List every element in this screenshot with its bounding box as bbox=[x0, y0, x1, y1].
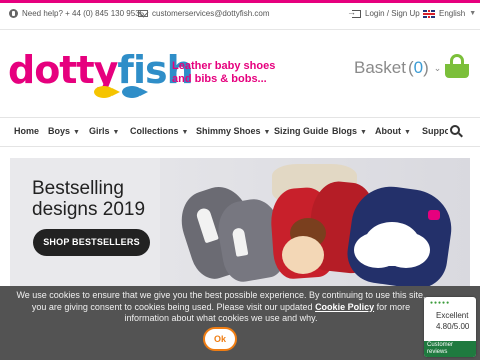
site-logo[interactable]: dottyfish bbox=[8, 40, 194, 102]
search-icon[interactable] bbox=[450, 125, 463, 138]
reviews-widget[interactable]: ●●●●● Excellent 4.80/5.00 Customer revie… bbox=[424, 297, 476, 357]
tagline: Leather baby shoes and bibs & bobs... bbox=[172, 60, 276, 85]
bow-motif bbox=[428, 210, 440, 220]
chevron-down-icon: ▼ bbox=[469, 10, 477, 17]
language-text: English bbox=[439, 9, 466, 18]
nav-item-shimmy-shoes[interactable]: Shimmy Shoes ▼ bbox=[196, 126, 270, 136]
cookie-banner: We use cookies to ensure that we give yo… bbox=[0, 286, 480, 360]
help-phone[interactable]: Need help? + 44 (0) 845 130 9535 bbox=[9, 9, 144, 18]
hero-title: Bestselling designs 2019 bbox=[32, 178, 146, 220]
shop-bestsellers-button[interactable]: SHOP BESTSELLERS bbox=[33, 229, 150, 256]
basket-button[interactable]: Basket (0) ⌄ bbox=[354, 58, 441, 78]
basket-count: 0 bbox=[413, 58, 424, 77]
nav-item-sizing-guide[interactable]: Sizing Guide bbox=[274, 126, 329, 136]
basket-icon[interactable] bbox=[443, 54, 471, 80]
top-bar: Need help? + 44 (0) 845 130 9535 custome… bbox=[0, 0, 480, 30]
chevron-down-icon: ▼ bbox=[263, 129, 271, 136]
chevron-down-icon: ▼ bbox=[360, 129, 367, 136]
reviews-footer: Customer reviews bbox=[424, 341, 476, 357]
cookie-message: We use cookies to ensure that we give yo… bbox=[16, 290, 426, 323]
hero-banner[interactable]: Bestselling designs 2019 SHOP BESTSELLER… bbox=[10, 158, 470, 286]
mail-icon bbox=[138, 10, 148, 17]
chevron-down-icon: ▼ bbox=[73, 129, 80, 136]
support-email[interactable]: customerservices@dottyfish.com bbox=[138, 9, 270, 18]
language-selector[interactable]: English ▼ bbox=[423, 9, 476, 18]
nav-item-home[interactable]: Home bbox=[14, 126, 39, 136]
nav-item-collections[interactable]: Collections ▼ bbox=[130, 126, 188, 136]
rating-label: Excellent bbox=[436, 311, 469, 320]
nav-item-boys[interactable]: Boys ▼ bbox=[48, 126, 80, 136]
basket-label: Basket bbox=[354, 58, 406, 77]
cookie-policy-link[interactable]: Cookie Policy bbox=[315, 302, 374, 312]
phone-icon bbox=[9, 9, 18, 18]
nav-item-blogs[interactable]: Blogs ▼ bbox=[332, 126, 367, 136]
nav-item-support[interactable]: Support bbox=[422, 126, 448, 136]
chevron-down-icon: ▼ bbox=[181, 129, 189, 136]
blue-fish-icon bbox=[122, 86, 148, 98]
chevron-down-icon: ⌄ bbox=[433, 62, 442, 73]
chevron-down-icon: ▼ bbox=[112, 129, 120, 136]
monkey-motif bbox=[282, 236, 324, 274]
login-text: Login / Sign Up bbox=[365, 9, 420, 18]
main-nav: Home Boys ▼ Girls ▼ Collections ▼ Shimmy Sh… bbox=[0, 117, 480, 147]
brand-strip bbox=[0, 0, 480, 3]
chevron-down-icon: ▼ bbox=[404, 129, 411, 136]
cloud-motif bbox=[364, 222, 420, 266]
help-phone-text: Need help? + 44 (0) 845 130 9535 bbox=[22, 9, 145, 18]
rating-score: 4.80/5.00 bbox=[436, 322, 470, 331]
nav-item-about[interactable]: About ▼ bbox=[375, 126, 411, 136]
login-icon bbox=[347, 7, 361, 18]
login-link[interactable]: Login / Sign Up bbox=[347, 7, 420, 19]
nav-item-girls[interactable]: Girls ▼ bbox=[89, 126, 119, 136]
support-email-text: customerservices@dottyfish.com bbox=[152, 9, 270, 18]
rating-stars-icon: ●●●●● bbox=[430, 300, 451, 306]
yellow-fish-icon bbox=[94, 86, 120, 98]
cookie-ok-button[interactable]: Ok bbox=[203, 327, 237, 351]
uk-flag-icon bbox=[423, 9, 435, 18]
